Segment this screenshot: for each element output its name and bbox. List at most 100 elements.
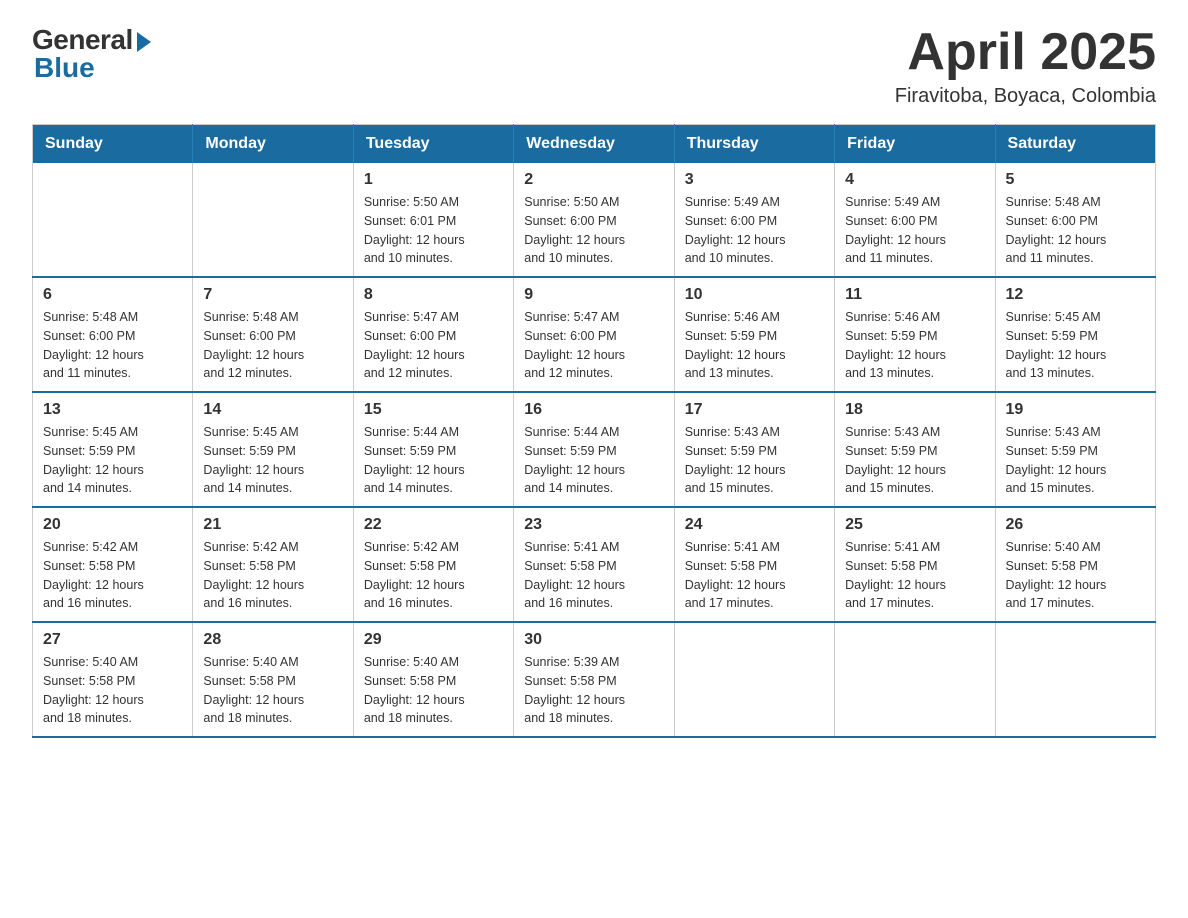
day-info: Sunrise: 5:41 AMSunset: 5:58 PMDaylight:…	[685, 538, 824, 613]
header-thursday: Thursday	[674, 125, 834, 164]
logo-blue-text: Blue	[34, 52, 95, 84]
day-info: Sunrise: 5:48 AMSunset: 6:00 PMDaylight:…	[43, 308, 182, 383]
week-row-4: 20 Sunrise: 5:42 AMSunset: 5:58 PMDayligh…	[33, 507, 1156, 622]
day-number: 6	[43, 286, 182, 304]
calendar-cell: 22Sunrise: 5:42 AMSunset: 5:58 PMDayligh…	[353, 507, 513, 622]
calendar-cell: 21 Sunrise: 5:42 AMSunset: 5:58 PMDayligh…	[193, 507, 353, 622]
header-saturday: Saturday	[995, 125, 1155, 164]
day-info: Sunrise: 5:47 AMSunset: 6:00 PMDaylight:…	[524, 308, 663, 383]
location-title: Firavitoba, Boyaca, Colombia	[895, 85, 1156, 108]
calendar-cell	[193, 163, 353, 277]
day-number: 3	[685, 171, 824, 189]
day-number: 10	[685, 286, 824, 304]
calendar-cell: 4 Sunrise: 5:49 AMSunset: 6:00 PMDaylight…	[835, 163, 995, 277]
calendar-cell: 28 Sunrise: 5:40 AMSunset: 5:58 PMDayligh…	[193, 622, 353, 737]
day-info: Sunrise: 5:43 AMSunset: 5:59 PMDaylight:…	[845, 423, 984, 498]
title-section: April 2025 Firavitoba, Boyaca, Colombia	[895, 24, 1156, 108]
day-info: Sunrise: 5:40 AMSunset: 5:58 PMDaylight:…	[43, 653, 182, 728]
day-number: 30	[524, 631, 663, 649]
header-monday: Monday	[193, 125, 353, 164]
day-info: Sunrise: 5:42 AMSunset: 5:58 PMDaylight:…	[364, 538, 503, 613]
day-number: 19	[1006, 401, 1145, 419]
calendar-cell: 23 Sunrise: 5:41 AMSunset: 5:58 PMDayligh…	[514, 507, 674, 622]
day-info: Sunrise: 5:40 AMSunset: 5:58 PMDaylight:…	[203, 653, 342, 728]
calendar-header: SundayMondayTuesdayWednesdayThursdayFrid…	[33, 125, 1156, 164]
calendar-cell: 18 Sunrise: 5:43 AMSunset: 5:59 PMDayligh…	[835, 392, 995, 507]
day-info: Sunrise: 5:41 AMSunset: 5:58 PMDaylight:…	[524, 538, 663, 613]
week-row-3: 13 Sunrise: 5:45 AMSunset: 5:59 PMDayligh…	[33, 392, 1156, 507]
calendar-cell	[674, 622, 834, 737]
calendar-cell: 10Sunrise: 5:46 AMSunset: 5:59 PMDayligh…	[674, 277, 834, 392]
day-info: Sunrise: 5:44 AMSunset: 5:59 PMDaylight:…	[364, 423, 503, 498]
day-info: Sunrise: 5:48 AMSunset: 6:00 PMDaylight:…	[203, 308, 342, 383]
day-number: 21	[203, 516, 342, 534]
calendar-cell: 17 Sunrise: 5:43 AMSunset: 5:59 PMDayligh…	[674, 392, 834, 507]
day-number: 7	[203, 286, 342, 304]
calendar-cell: 16 Sunrise: 5:44 AMSunset: 5:59 PMDayligh…	[514, 392, 674, 507]
day-number: 9	[524, 286, 663, 304]
calendar-cell: 5 Sunrise: 5:48 AMSunset: 6:00 PMDaylight…	[995, 163, 1155, 277]
calendar-cell: 27Sunrise: 5:40 AMSunset: 5:58 PMDayligh…	[33, 622, 193, 737]
calendar-body: 1 Sunrise: 5:50 AMSunset: 6:01 PMDaylight…	[33, 163, 1156, 737]
day-number: 1	[364, 171, 503, 189]
calendar-table: SundayMondayTuesdayWednesdayThursdayFrid…	[32, 124, 1156, 738]
week-row-1: 1 Sunrise: 5:50 AMSunset: 6:01 PMDaylight…	[33, 163, 1156, 277]
calendar-cell: 25Sunrise: 5:41 AMSunset: 5:58 PMDayligh…	[835, 507, 995, 622]
day-info: Sunrise: 5:39 AMSunset: 5:58 PMDaylight:…	[524, 653, 663, 728]
day-number: 29	[364, 631, 503, 649]
day-info: Sunrise: 5:43 AMSunset: 5:59 PMDaylight:…	[685, 423, 824, 498]
calendar-cell: 15 Sunrise: 5:44 AMSunset: 5:59 PMDayligh…	[353, 392, 513, 507]
logo-arrow-icon	[137, 32, 151, 52]
page-header: General Blue April 2025 Firavitoba, Boya…	[32, 24, 1156, 108]
day-info: Sunrise: 5:45 AMSunset: 5:59 PMDaylight:…	[43, 423, 182, 498]
month-year-title: April 2025	[895, 24, 1156, 81]
calendar-cell: 29 Sunrise: 5:40 AMSunset: 5:58 PMDayligh…	[353, 622, 513, 737]
day-number: 23	[524, 516, 663, 534]
day-info: Sunrise: 5:47 AMSunset: 6:00 PMDaylight:…	[364, 308, 503, 383]
day-info: Sunrise: 5:49 AMSunset: 6:00 PMDaylight:…	[845, 193, 984, 268]
day-info: Sunrise: 5:45 AMSunset: 5:59 PMDaylight:…	[1006, 308, 1145, 383]
day-number: 15	[364, 401, 503, 419]
day-info: Sunrise: 5:45 AMSunset: 5:59 PMDaylight:…	[203, 423, 342, 498]
calendar-cell: 1 Sunrise: 5:50 AMSunset: 6:01 PMDaylight…	[353, 163, 513, 277]
header-friday: Friday	[835, 125, 995, 164]
header-sunday: Sunday	[33, 125, 193, 164]
day-number: 5	[1006, 171, 1145, 189]
calendar-cell: 3 Sunrise: 5:49 AMSunset: 6:00 PMDaylight…	[674, 163, 834, 277]
day-info: Sunrise: 5:40 AMSunset: 5:58 PMDaylight:…	[364, 653, 503, 728]
day-number: 20	[43, 516, 182, 534]
header-tuesday: Tuesday	[353, 125, 513, 164]
calendar-cell: 8 Sunrise: 5:47 AMSunset: 6:00 PMDaylight…	[353, 277, 513, 392]
calendar-cell: 6 Sunrise: 5:48 AMSunset: 6:00 PMDaylight…	[33, 277, 193, 392]
day-number: 24	[685, 516, 824, 534]
day-info: Sunrise: 5:48 AMSunset: 6:00 PMDaylight:…	[1006, 193, 1145, 268]
day-number: 28	[203, 631, 342, 649]
day-number: 4	[845, 171, 984, 189]
day-number: 18	[845, 401, 984, 419]
day-number: 26	[1006, 516, 1145, 534]
day-info: Sunrise: 5:44 AMSunset: 5:59 PMDaylight:…	[524, 423, 663, 498]
calendar-cell	[835, 622, 995, 737]
day-info: Sunrise: 5:50 AMSunset: 6:01 PMDaylight:…	[364, 193, 503, 268]
day-info: Sunrise: 5:43 AMSunset: 5:59 PMDaylight:…	[1006, 423, 1145, 498]
day-info: Sunrise: 5:40 AMSunset: 5:58 PMDaylight:…	[1006, 538, 1145, 613]
day-info: Sunrise: 5:49 AMSunset: 6:00 PMDaylight:…	[685, 193, 824, 268]
calendar-cell: 7 Sunrise: 5:48 AMSunset: 6:00 PMDaylight…	[193, 277, 353, 392]
logo: General Blue	[32, 24, 151, 84]
calendar-cell: 30 Sunrise: 5:39 AMSunset: 5:58 PMDayligh…	[514, 622, 674, 737]
day-number: 8	[364, 286, 503, 304]
week-row-2: 6 Sunrise: 5:48 AMSunset: 6:00 PMDaylight…	[33, 277, 1156, 392]
day-info: Sunrise: 5:42 AMSunset: 5:58 PMDaylight:…	[43, 538, 182, 613]
calendar-cell	[995, 622, 1155, 737]
day-number: 2	[524, 171, 663, 189]
calendar-cell: 14Sunrise: 5:45 AMSunset: 5:59 PMDayligh…	[193, 392, 353, 507]
calendar-cell: 9 Sunrise: 5:47 AMSunset: 6:00 PMDaylight…	[514, 277, 674, 392]
day-number: 12	[1006, 286, 1145, 304]
day-info: Sunrise: 5:42 AMSunset: 5:58 PMDaylight:…	[203, 538, 342, 613]
calendar-cell: 2Sunrise: 5:50 AMSunset: 6:00 PMDaylight…	[514, 163, 674, 277]
header-wednesday: Wednesday	[514, 125, 674, 164]
day-number: 17	[685, 401, 824, 419]
day-number: 16	[524, 401, 663, 419]
day-number: 13	[43, 401, 182, 419]
day-number: 25	[845, 516, 984, 534]
